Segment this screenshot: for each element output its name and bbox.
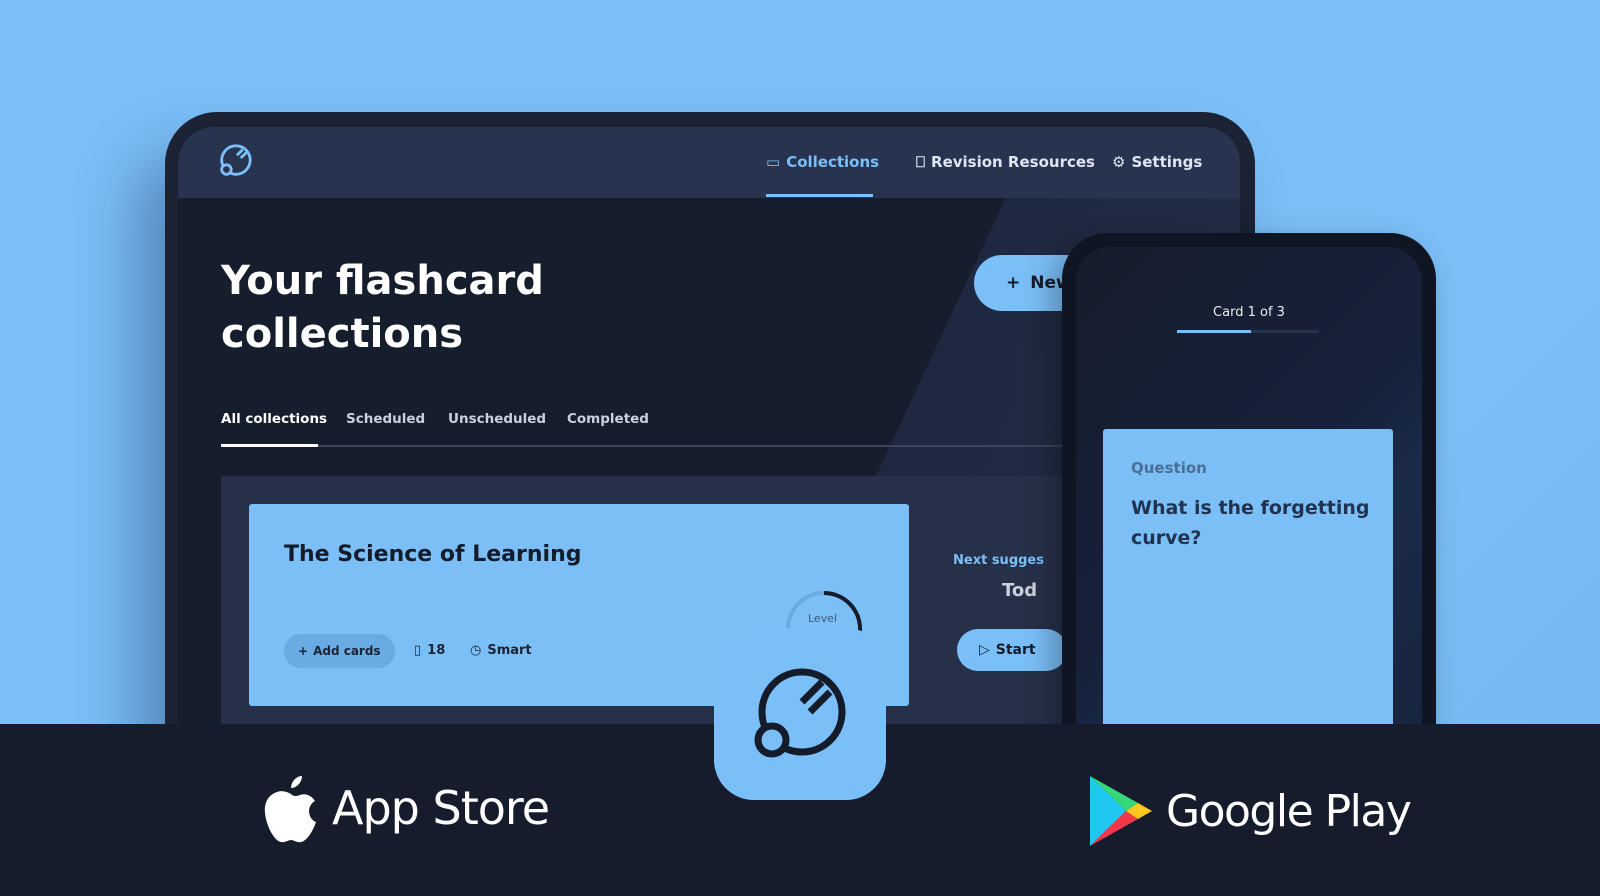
schedule-mode: ◷ Smart — [470, 643, 532, 658]
card-progress-bar — [1177, 330, 1319, 333]
card-progress-label: Card 1 of 3 — [1213, 305, 1285, 320]
nav-active-indicator — [766, 194, 873, 197]
level-label: Level — [808, 612, 838, 625]
tab-active-indicator — [221, 444, 318, 447]
tab-unscheduled[interactable]: Unscheduled — [448, 411, 546, 427]
google-play-icon — [1090, 776, 1152, 846]
plus-icon: + — [1006, 273, 1021, 293]
page-title: Your flashcard collections — [221, 258, 544, 357]
tab-scheduled[interactable]: Scheduled — [346, 411, 425, 427]
plus-icon: + — [298, 644, 309, 658]
brain-logo-icon[interactable] — [216, 142, 254, 180]
nav-revision-resources[interactable]: ⎕ Revision Resources — [916, 153, 1095, 171]
next-suggested-label: Next sugges — [953, 553, 1044, 568]
cards-icon: ▯ — [414, 643, 422, 658]
play-icon: ▷ — [979, 642, 990, 658]
question-text: What is the forgetting curve? — [1131, 497, 1370, 549]
start-button[interactable]: ▷ Start — [957, 629, 1067, 671]
tab-all-collections[interactable]: All collections — [221, 411, 327, 427]
gear-icon: ⚙ — [1112, 153, 1126, 171]
app-store-label: App Store — [332, 781, 550, 835]
google-play-label: Google Play — [1166, 785, 1412, 837]
app-store-badge[interactable]: App Store — [262, 772, 550, 844]
card-count: ▯ 18 — [414, 643, 446, 658]
collection-panel: The Science of Learning + Add cards ▯ 18 ◷… — [221, 476, 1121, 736]
apple-icon — [264, 776, 316, 843]
card-progress-fill — [1177, 330, 1251, 333]
add-cards-button[interactable]: + Add cards — [284, 634, 395, 668]
google-play-badge[interactable]: Google Play — [1090, 776, 1412, 846]
collection-title: The Science of Learning — [284, 542, 582, 567]
app-icon — [714, 628, 886, 800]
clock-icon: ◷ — [470, 643, 482, 658]
next-date: Tod — [1002, 580, 1038, 601]
brain-logo-icon — [754, 668, 846, 758]
nav-settings[interactable]: ⚙ Settings — [1112, 153, 1202, 171]
bookmark-icon: ⎕ — [916, 153, 926, 171]
folder-icon: ▭ — [766, 153, 781, 171]
nav-collections[interactable]: ▭ Collections — [766, 153, 879, 171]
top-nav: ▭ Collections ⎕ Revision Resources ⚙ Settin… — [178, 127, 1240, 198]
tab-completed[interactable]: Completed — [567, 411, 649, 427]
question-label: Question — [1131, 459, 1207, 477]
